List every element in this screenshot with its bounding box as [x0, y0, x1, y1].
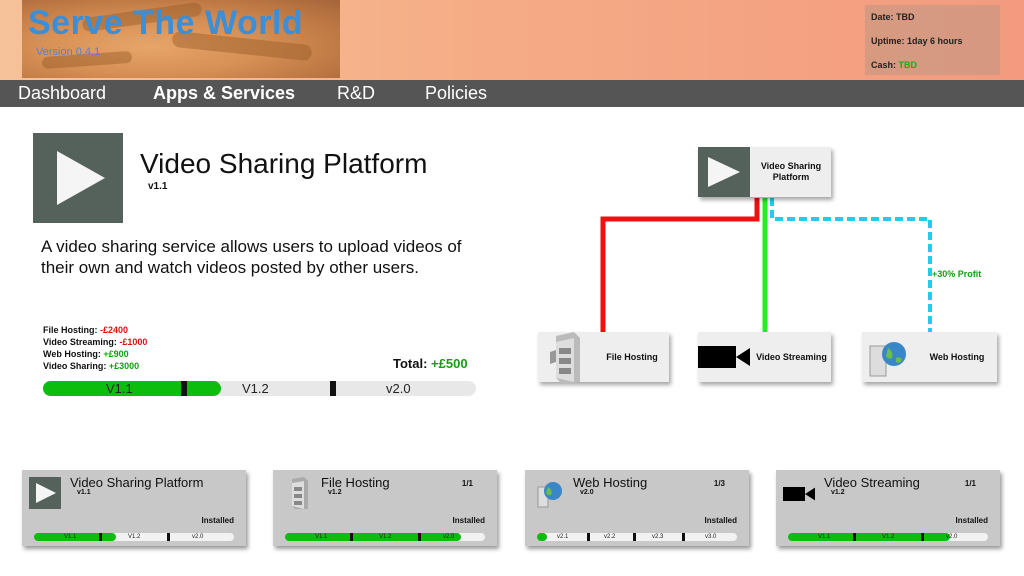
card-count: 1/1 [964, 479, 976, 488]
card-progress-bar: V1.1 V1.2 v2.0 [788, 533, 988, 541]
status-date: Date: TBD [871, 12, 915, 22]
card-progress-bar: V1.1 V1.2 v2.0 [285, 533, 485, 541]
progress-fill [285, 533, 461, 541]
progress-tick [350, 533, 353, 541]
card-status: Installed [955, 516, 988, 525]
status-uptime: Uptime: 1day 6 hours [871, 36, 963, 46]
link-web-hosting [770, 198, 932, 332]
graph-node-label: File Hosting [606, 352, 658, 362]
progress-fill [537, 533, 547, 541]
header-banner: Serve The World Version 0.4.1 Date: TBD … [0, 0, 1024, 80]
card-count: 1/1 [461, 479, 473, 488]
graph-node-video-sharing[interactable]: Video Sharing Platform [698, 147, 831, 197]
card-title: Video Sharing Platform [70, 475, 204, 490]
progress-label: v2.0 [946, 534, 958, 540]
graph-node-label: Web Hosting [929, 352, 985, 362]
version-progress-bar[interactable]: V1.1 V1.2 v2.0 [43, 381, 476, 396]
cost-video-streaming: Video Streaming: -£1000 [43, 337, 148, 347]
progress-label: V1.2 [242, 381, 269, 396]
nav-apps-services[interactable]: Apps & Services [153, 83, 295, 104]
cost-breakdown: File Hosting: -£2400 Video Streaming: -£… [43, 324, 147, 372]
play-icon [29, 477, 61, 509]
app-root: Serve The World Version 0.4.1 Date: TBD … [0, 0, 1024, 576]
detail-title: Video Sharing Platform [140, 148, 428, 179]
nav-dashboard[interactable]: Dashboard [18, 83, 106, 104]
app-card-video-sharing[interactable]: Video Sharing Platform v1.1 Installed V1… [22, 470, 246, 546]
progress-label: V1.1 [64, 534, 77, 540]
graph-node-file-hosting[interactable]: File Hosting [538, 332, 669, 384]
detail-description: A video sharing service allows users to … [41, 237, 462, 277]
card-title: Video Streaming [824, 475, 920, 490]
progress-label: V1.2 [128, 534, 141, 540]
progress-tick [418, 533, 421, 541]
progress-tick [682, 533, 685, 541]
progress-tick [921, 533, 924, 541]
detail-version: v1.1 [148, 181, 168, 192]
card-status: Installed [452, 516, 485, 525]
progress-tick [587, 533, 590, 541]
card-version: v1.1 [77, 489, 91, 496]
progress-tick [181, 381, 187, 396]
progress-fill [788, 533, 950, 541]
progress-label: v2.3 [652, 534, 664, 540]
detail-app-icon [33, 133, 123, 223]
progress-label: v2.1 [557, 534, 569, 540]
cost-video-sharing: Video Sharing: +£3000 [43, 361, 140, 371]
server-tower-icon [550, 332, 580, 384]
cost-web-hosting: Web Hosting: +£900 [43, 349, 129, 359]
card-title: File Hosting [321, 475, 390, 490]
video-camera-icon [783, 487, 815, 501]
app-card-video-streaming[interactable]: Video Streaming v1.2 1/1 Installed V1.1 … [776, 470, 1000, 546]
progress-label: V1.2 [379, 534, 392, 540]
play-icon [57, 151, 105, 205]
video-camera-icon [698, 346, 750, 368]
graph-node-label: Video Sharing Platform [760, 161, 822, 182]
app-version: Version 0.4.1 [36, 46, 101, 58]
cost-file-hosting: File Hosting: -£2400 [43, 325, 129, 335]
card-status: Installed [704, 516, 737, 525]
progress-tick [853, 533, 856, 541]
play-icon [698, 147, 750, 197]
profit-label: +30% Profit [932, 269, 982, 279]
card-version: v1.2 [328, 489, 342, 496]
progress-label: v3.0 [705, 534, 717, 540]
progress-label: V1.1 [315, 534, 328, 540]
globe-server-icon [869, 342, 906, 377]
card-version: v1.2 [831, 489, 845, 496]
progress-label: v2.0 [192, 534, 204, 540]
progress-label: v2.2 [604, 534, 616, 540]
nav-policies[interactable]: Policies [425, 83, 487, 104]
graph-node-video-streaming[interactable]: Video Streaming [698, 332, 831, 382]
card-title: Web Hosting [573, 475, 648, 490]
app-title: Serve The World [28, 4, 304, 42]
app-card-web-hosting[interactable]: Web Hosting v2.0 1/3 Installed v2.1 v2.2… [525, 470, 749, 546]
nav-bar: Dashboard Apps & Services R&D Policies [0, 80, 1024, 107]
card-progress-bar: v2.1 v2.2 v2.3 v3.0 [537, 533, 737, 541]
app-card-file-hosting[interactable]: File Hosting v1.2 1/1 Installed V1.1 V1.… [273, 470, 497, 546]
link-file-hosting [600, 198, 760, 332]
graph-node-label: Video Streaming [756, 352, 827, 362]
progress-tick [633, 533, 636, 541]
status-cash: Cash: TBD [871, 60, 918, 70]
status-panel: Date: TBD Uptime: 1day 6 hours Cash: TBD [865, 5, 1000, 75]
progress-label: V1.1 [818, 534, 831, 540]
progress-tick [167, 533, 170, 541]
card-progress-bar: V1.1 V1.2 v2.0 [34, 533, 234, 541]
globe-server-icon [537, 482, 562, 508]
card-count: 1/3 [713, 479, 725, 488]
nav-rnd[interactable]: R&D [337, 83, 375, 104]
progress-label: v2.0 [386, 381, 411, 396]
server-tower-icon [292, 477, 308, 509]
progress-label: V1.1 [106, 381, 133, 396]
card-version: v2.0 [580, 489, 594, 496]
progress-label: v2.0 [443, 534, 455, 540]
progress-tick [99, 533, 102, 541]
total-profit: Total: +£500 [393, 356, 468, 371]
card-status: Installed [201, 516, 234, 525]
progress-label: V1.2 [882, 534, 895, 540]
graph-node-web-hosting[interactable]: Web Hosting [862, 332, 997, 382]
progress-tick [330, 381, 336, 396]
